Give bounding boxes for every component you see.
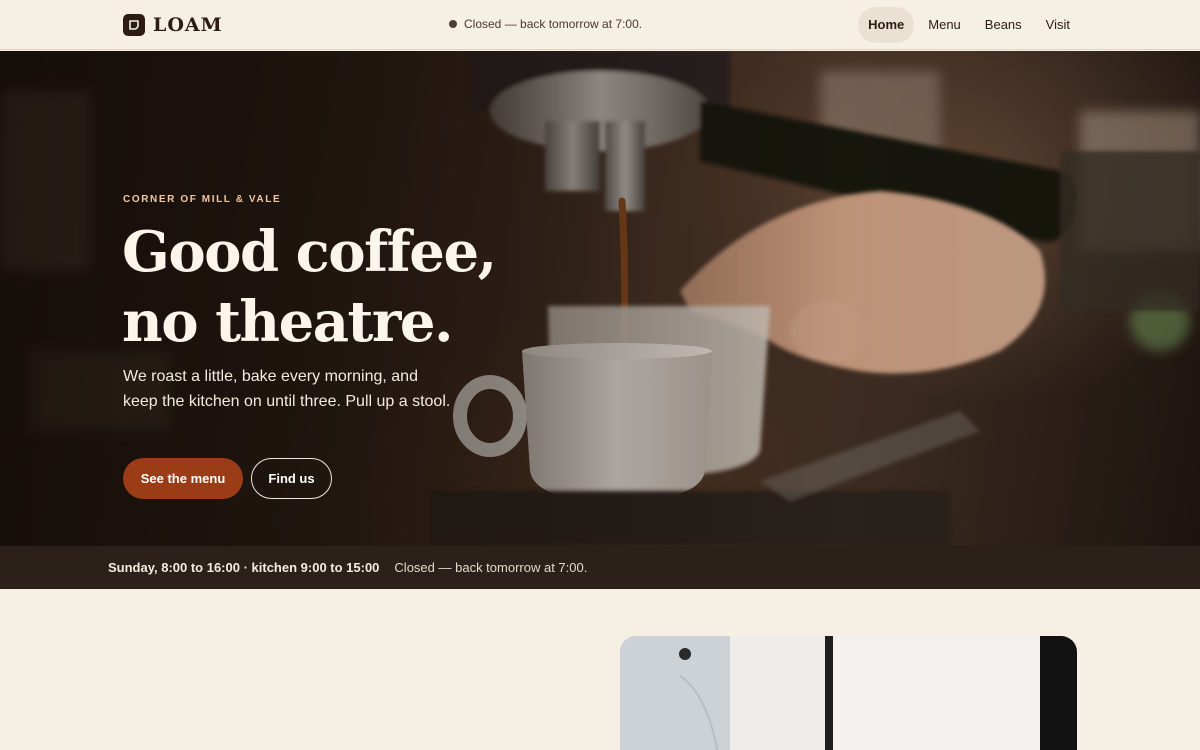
nav-home[interactable]: Home [858,7,915,43]
brand-logo-link[interactable]: LOAM [123,13,223,37]
cup-logo-icon [123,14,145,36]
status-dot-icon [449,20,457,28]
status-text: Closed — back tomorrow at 7:00. [464,17,643,31]
nav-menu[interactable]: Menu [918,7,971,43]
hours-text: Sunday, 8:00 to 16:00 · kitchen 9:00 to … [108,560,380,575]
hours-band: Sunday, 8:00 to 16:00 · kitchen 9:00 to … [0,546,1200,589]
headline-line-1: Good coffee, [122,219,497,285]
main-nav: Home Menu Beans Visit [858,7,1080,43]
hours-status: Closed — back tomorrow at 7:00. [394,560,588,575]
site-header: LOAM Closed — back tomorrow at 7:00. Hom… [0,0,1200,50]
hero-lede: We roast a little, bake every morning, a… [123,368,451,410]
nav-beans[interactable]: Beans [975,7,1032,43]
barista-photo [620,636,1077,750]
hero-section: CORNER OF MILL & VALE Good coffee, no th… [0,51,1200,546]
nav-visit[interactable]: Visit [1036,7,1080,43]
headline-line-2: no theatre. [122,289,454,355]
find-us-button[interactable]: Find us [251,458,332,499]
brand-name: LOAM [153,14,223,36]
open-status: Closed — back tomorrow at 7:00. [449,17,642,31]
hero-headline: Good coffee, no theatre. [122,217,592,357]
see-menu-button[interactable]: See the menu [123,458,243,499]
hero-eyebrow: CORNER OF MILL & VALE [123,194,282,205]
barista-illustration [620,636,1077,750]
